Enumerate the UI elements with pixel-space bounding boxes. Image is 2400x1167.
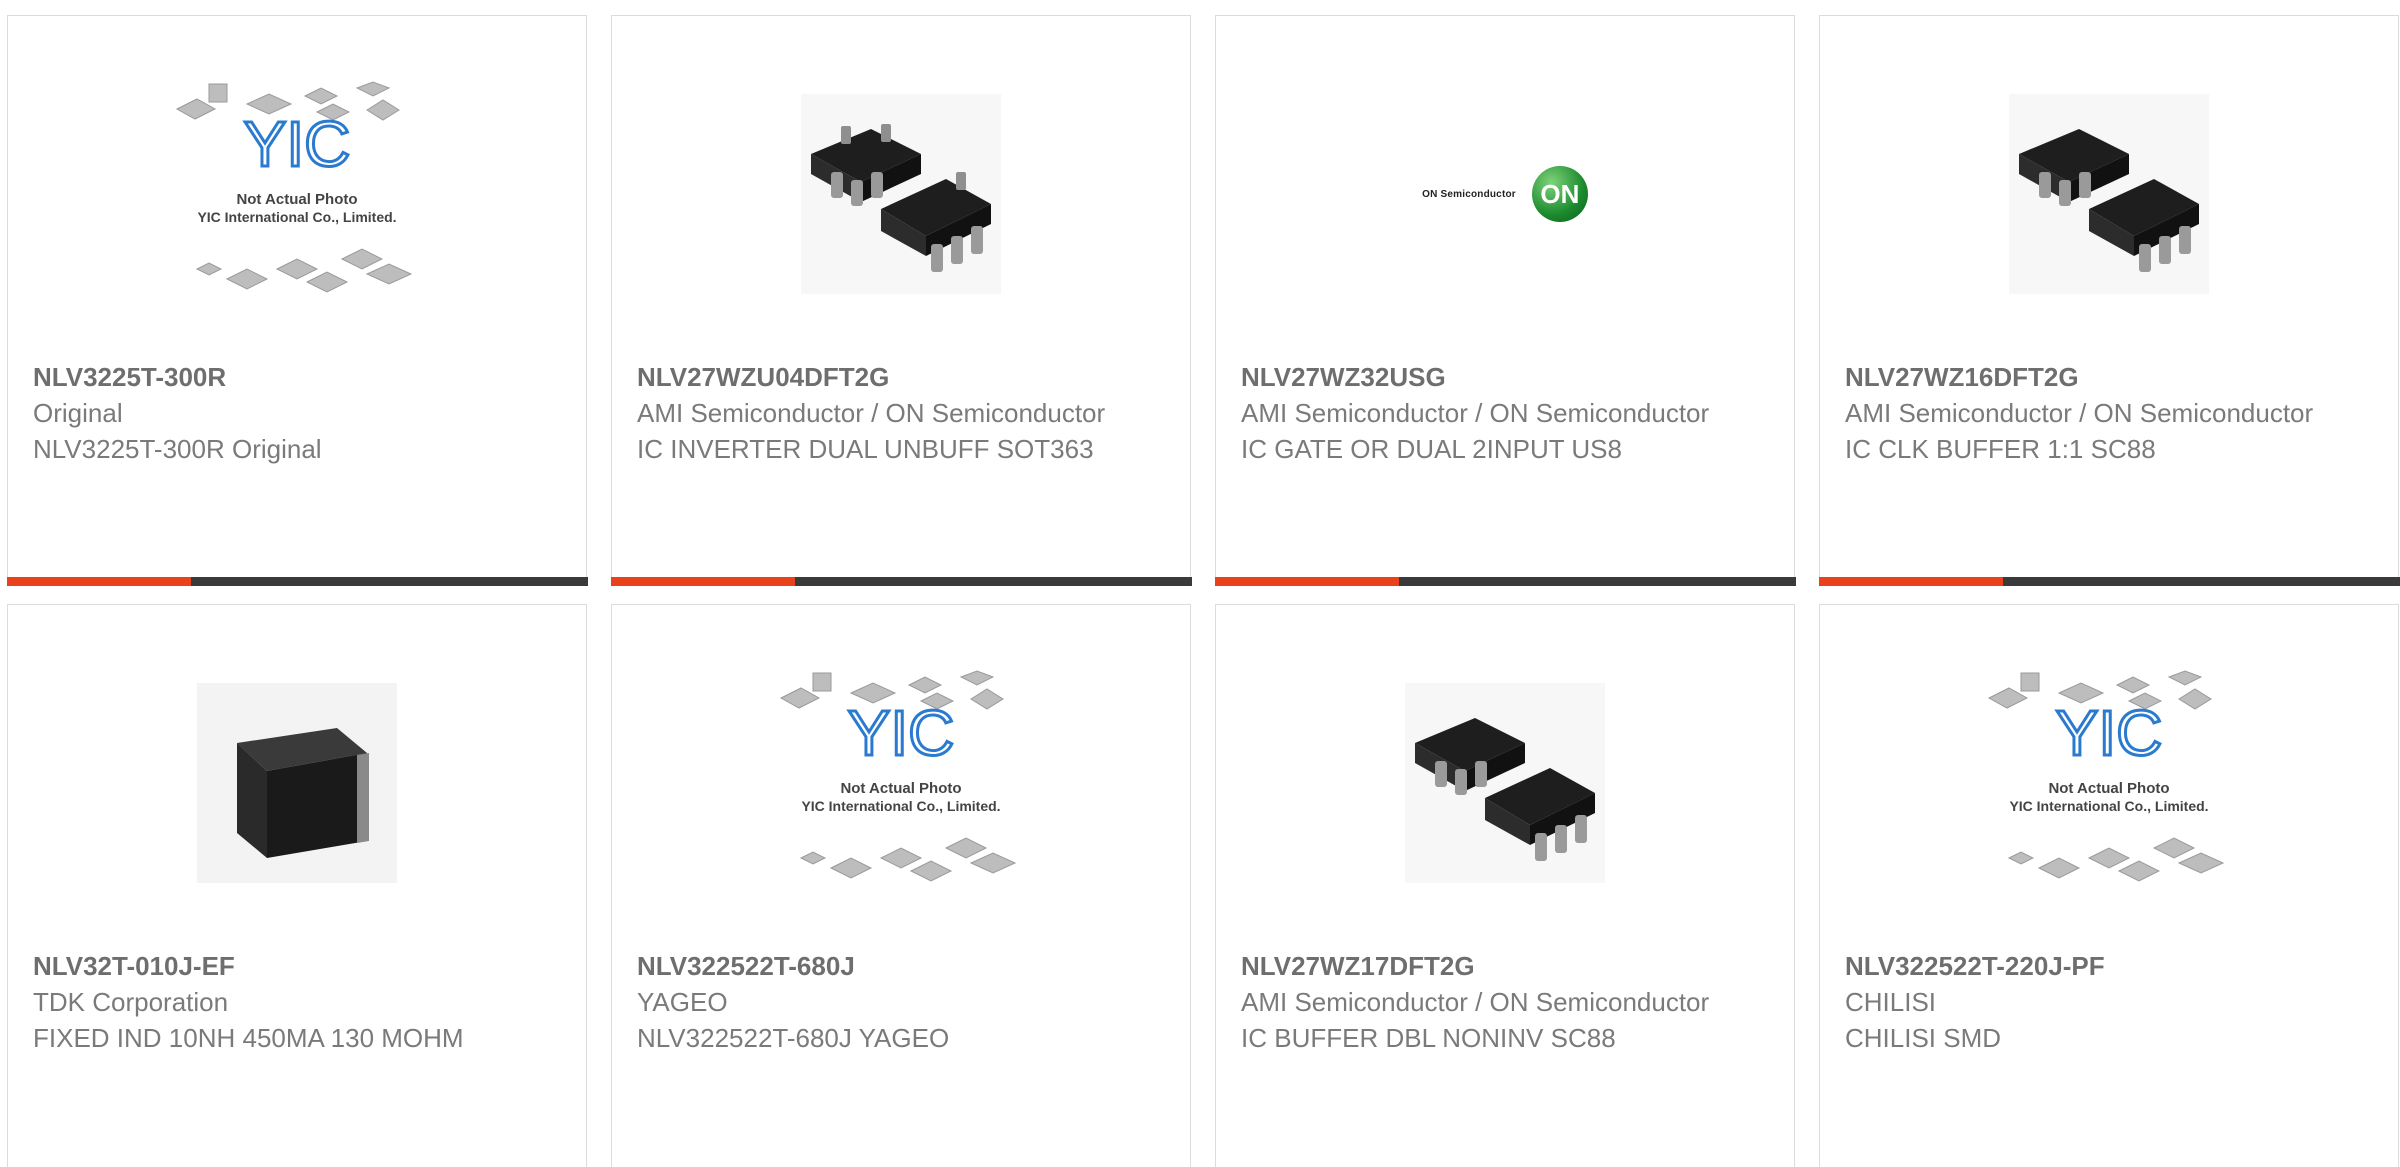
part-number-link[interactable]: NLV27WZ32USG	[1241, 359, 1769, 395]
product-card[interactable]: NLV27WZ16DFT2G AMI Semiconductor / ON Se…	[1818, 15, 2400, 586]
description: IC BUFFER DBL NONINV SC88	[1241, 1023, 1616, 1053]
manufacturer: AMI Semiconductor / ON Semiconductor	[1241, 987, 1710, 1017]
manufacturer: CHILISI	[1845, 987, 1937, 1017]
manufacturer: TDK Corporation	[33, 987, 229, 1017]
card-accent	[6, 577, 191, 586]
product-image[interactable]	[612, 84, 1190, 304]
description: IC GATE OR DUAL 2INPUT US8	[1241, 434, 1622, 464]
product-image[interactable]	[1820, 84, 2398, 304]
product-info: NLV27WZU04DFT2G AMI Semiconductor / ON S…	[637, 359, 1165, 467]
product-card[interactable]: YIC Not Actual Photo YIC International C…	[1819, 604, 2399, 1167]
product-info: NLV3225T-300R Original NLV3225T-300R Ori…	[33, 359, 561, 467]
manufacturer: Original	[33, 398, 123, 428]
svg-text:YIC: YIC	[244, 108, 351, 180]
part-number-link[interactable]: NLV322522T-220J-PF	[1845, 948, 2373, 984]
part-number-link[interactable]: NLV27WZ17DFT2G	[1241, 948, 1769, 984]
product-info: NLV27WZ17DFT2G AMI Semiconductor / ON Se…	[1241, 948, 1769, 1056]
not-actual-photo-image: YIC Not Actual Photo YIC International C…	[779, 670, 1017, 882]
card-footer-bar	[6, 577, 588, 586]
sot363-chip-image	[2009, 94, 2209, 294]
card-accent	[1214, 577, 1399, 586]
product-info: NLV27WZ32USG AMI Semiconductor / ON Semi…	[1241, 359, 1769, 467]
on-logo-icon: ON	[1531, 166, 1588, 222]
not-actual-photo-image: YIC Not Actual Photo YIC International C…	[175, 81, 413, 293]
product-image[interactable]: ON Semiconductor ON	[1216, 84, 1794, 304]
product-card[interactable]: ON Semiconductor ON NLV27WZ32USG AMI Sem…	[1214, 15, 1796, 586]
svg-text:YIC International Co., Limited: YIC International Co., Limited.	[2009, 798, 2208, 814]
part-number-link[interactable]: NLV322522T-680J	[637, 948, 1165, 984]
manufacturer: AMI Semiconductor / ON Semiconductor	[1845, 398, 2314, 428]
product-card[interactable]: NLV27WZ17DFT2G AMI Semiconductor / ON Se…	[1215, 604, 1795, 1167]
card-accent	[610, 577, 795, 586]
product-info: NLV32T-010J-EF TDK Corporation FIXED IND…	[33, 948, 561, 1056]
not-actual-photo-image: YIC Not Actual Photo YIC International C…	[1987, 670, 2225, 882]
svg-text:Not Actual Photo: Not Actual Photo	[236, 191, 357, 208]
svg-text:YIC International Co., Limited: YIC International Co., Limited.	[197, 209, 396, 225]
product-card[interactable]: YIC Not Actual Photo YIC International C…	[611, 604, 1191, 1167]
product-info: NLV322522T-680J YAGEO NLV322522T-680J YA…	[637, 948, 1165, 1056]
part-number-link[interactable]: NLV3225T-300R	[33, 359, 561, 395]
product-image[interactable]	[8, 673, 586, 893]
product-image[interactable]: YIC Not Actual Photo YIC International C…	[1820, 670, 2398, 893]
on-semiconductor-logo: ON Semiconductor ON	[1422, 166, 1588, 222]
product-info: NLV322522T-220J-PF CHILISI CHILISI SMD	[1845, 948, 2373, 1056]
svg-text:YIC: YIC	[2056, 697, 2163, 769]
manufacturer: AMI Semiconductor / ON Semiconductor	[637, 398, 1106, 428]
product-card[interactable]: NLV27WZU04DFT2G AMI Semiconductor / ON S…	[610, 15, 1192, 586]
sot363-chip-image	[801, 94, 1001, 294]
part-number-link[interactable]: NLV27WZU04DFT2G	[637, 359, 1165, 395]
svg-text:Not Actual Photo: Not Actual Photo	[2048, 780, 2169, 797]
description: NLV322522T-680J YAGEO	[637, 1023, 950, 1053]
product-grid: YIC Not Actual Photo YIC International C…	[0, 0, 2400, 1167]
product-image[interactable]: YIC Not Actual Photo YIC International C…	[8, 81, 586, 304]
svg-text:YIC: YIC	[848, 697, 955, 769]
description: CHILISI SMD	[1845, 1023, 2002, 1053]
card-accent	[1818, 577, 2003, 586]
product-card[interactable]: NLV32T-010J-EF TDK Corporation FIXED IND…	[7, 604, 587, 1167]
product-info: NLV27WZ16DFT2G AMI Semiconductor / ON Se…	[1845, 359, 2373, 467]
svg-text:YIC International Co., Limited: YIC International Co., Limited.	[801, 798, 1000, 814]
part-number-link[interactable]: NLV32T-010J-EF	[33, 948, 561, 984]
description: FIXED IND 10NH 450MA 130 MOHM	[33, 1023, 464, 1053]
card-footer-bar	[610, 577, 1192, 586]
description: IC CLK BUFFER 1:1 SC88	[1845, 434, 2156, 464]
part-number-link[interactable]: NLV27WZ16DFT2G	[1845, 359, 2373, 395]
description: NLV3225T-300R Original	[33, 434, 322, 464]
product-image[interactable]	[1216, 673, 1794, 893]
product-image[interactable]: YIC Not Actual Photo YIC International C…	[612, 670, 1190, 893]
svg-text:Not Actual Photo: Not Actual Photo	[840, 780, 961, 797]
product-card[interactable]: YIC Not Actual Photo YIC International C…	[6, 15, 588, 586]
smd-inductor-image	[197, 683, 397, 883]
sot363-chip-image	[1405, 683, 1605, 883]
card-footer-bar	[1214, 577, 1796, 586]
description: IC INVERTER DUAL UNBUFF SOT363	[637, 434, 1094, 464]
manufacturer: AMI Semiconductor / ON Semiconductor	[1241, 398, 1710, 428]
card-footer-bar	[1818, 577, 2400, 586]
manufacturer: YAGEO	[637, 987, 728, 1017]
